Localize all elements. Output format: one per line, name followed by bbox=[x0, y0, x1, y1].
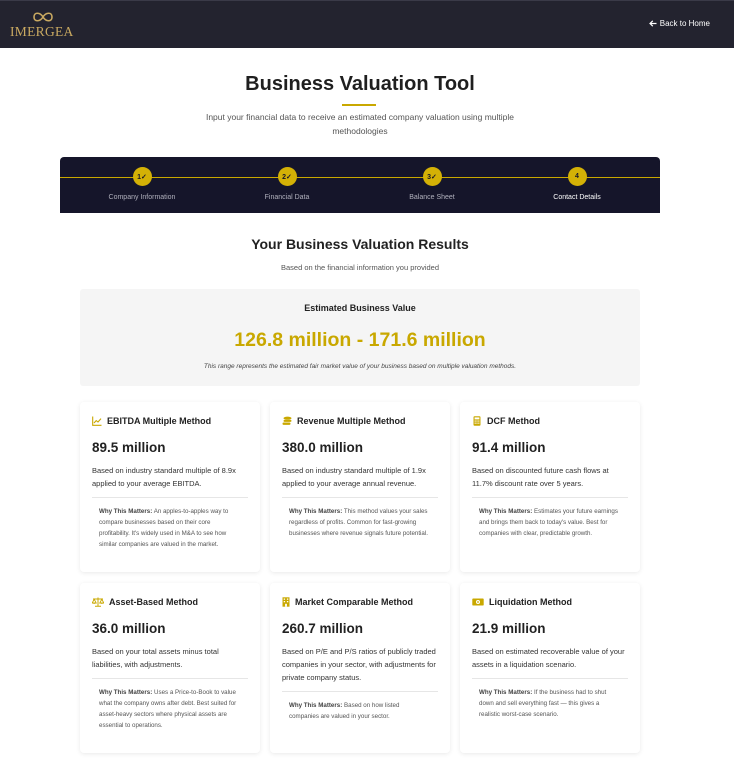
method-value: 260.7 million bbox=[282, 621, 364, 636]
why-label: Why This Matters: bbox=[289, 508, 343, 515]
step-contact-details[interactable]: 4 Contact Details bbox=[517, 167, 637, 201]
step-number: 4 bbox=[567, 167, 587, 186]
estimated-value-box: Estimated Business Value 126.8 million -… bbox=[80, 289, 640, 386]
chart-line-icon bbox=[92, 416, 102, 426]
method-title: Revenue Multiple Method bbox=[297, 415, 406, 426]
why-label: Why This Matters: bbox=[99, 689, 153, 696]
why-label: Why This Matters: bbox=[479, 689, 533, 696]
method-description: Based on industry standard multiple of 1… bbox=[282, 466, 426, 488]
building-icon bbox=[282, 596, 290, 607]
method-why: Why This Matters: Based on how listed co… bbox=[282, 691, 438, 722]
step-company-information[interactable]: 1✓ Company Information bbox=[82, 167, 202, 201]
step-progress-bar: 1✓ Company Information 2✓ Financial Data… bbox=[60, 157, 660, 213]
why-label: Why This Matters: bbox=[289, 702, 343, 709]
method-card-revenue: Revenue Multiple Method 380.0 million Ba… bbox=[270, 402, 450, 572]
back-to-home-link[interactable]: Back to Home bbox=[648, 19, 710, 28]
title-underline bbox=[342, 104, 376, 106]
method-card-market-comparable: Market Comparable Method 260.7 million B… bbox=[270, 583, 450, 753]
step-number: 2✓ bbox=[277, 167, 297, 186]
balance-scale-icon bbox=[92, 597, 104, 607]
method-card-liquidation: Liquidation Method 21.9 million Based on… bbox=[460, 583, 640, 753]
why-label: Why This Matters: bbox=[99, 508, 153, 515]
method-card-asset-based: Asset-Based Method 36.0 million Based on… bbox=[80, 583, 260, 753]
method-why: Why This Matters: If the business had to… bbox=[472, 678, 628, 720]
arrow-left-icon bbox=[648, 20, 657, 27]
step-label: Financial Data bbox=[264, 194, 310, 201]
step-label: Contact Details bbox=[553, 194, 601, 201]
step-financial-data[interactable]: 2✓ Financial Data bbox=[227, 167, 347, 201]
method-title: Market Comparable Method bbox=[295, 596, 414, 607]
estimated-value-note: This range represents the estimated fair… bbox=[203, 363, 517, 370]
method-why: Why This Matters: This method values you… bbox=[282, 497, 438, 539]
results-panel: Your Business Valuation Results Based on… bbox=[60, 213, 660, 764]
logo-text: IMERGEA bbox=[10, 24, 74, 39]
step-label: Balance Sheet bbox=[409, 194, 455, 201]
method-value: 89.5 million bbox=[92, 440, 166, 455]
back-to-home-label: Back to Home bbox=[659, 19, 710, 28]
top-nav-bar: IMERGEA Back to Home bbox=[0, 0, 734, 48]
method-description: Based on your total assets minus total l… bbox=[92, 647, 219, 669]
page-subtitle: Input your financial data to receive an … bbox=[205, 112, 515, 136]
logo-infinity-icon bbox=[33, 12, 53, 22]
method-description: Based on discounted future cash flows at… bbox=[472, 466, 609, 488]
method-title: EBITDA Multiple Method bbox=[107, 415, 212, 426]
page-title: Business Valuation Tool bbox=[245, 73, 475, 95]
money-bill-icon bbox=[472, 598, 484, 605]
logo[interactable]: IMERGEA bbox=[10, 11, 74, 39]
method-description: Based on P/E and P/S ratios of publicly … bbox=[282, 647, 436, 682]
method-card-ebitda: EBITDA Multiple Method 89.5 million Base… bbox=[80, 402, 260, 572]
step-label: Company Information bbox=[108, 194, 176, 201]
method-why: Why This Matters: Estimates your future … bbox=[472, 497, 628, 539]
method-description: Based on estimated recoverable value of … bbox=[472, 647, 625, 669]
method-title: Asset-Based Method bbox=[109, 596, 199, 607]
method-value: 91.4 million bbox=[472, 440, 546, 455]
method-value: 21.9 million bbox=[472, 621, 546, 636]
results-subtitle: Based on the financial information you p… bbox=[280, 263, 440, 272]
method-card-dcf: DCF Method 91.4 million Based on discoun… bbox=[460, 402, 640, 572]
results-title: Your Business Valuation Results bbox=[251, 236, 469, 252]
method-value: 380.0 million bbox=[282, 440, 364, 455]
step-number: 3✓ bbox=[422, 167, 442, 186]
calculator-icon bbox=[473, 415, 481, 426]
method-title: Liquidation Method bbox=[489, 596, 572, 607]
coins-icon bbox=[282, 416, 292, 425]
why-label: Why This Matters: bbox=[479, 508, 533, 515]
method-why: Why This Matters: An apples-to-apples wa… bbox=[92, 497, 248, 550]
step-number: 1✓ bbox=[132, 167, 152, 186]
estimated-value-label: Estimated Business Value bbox=[304, 303, 416, 313]
estimated-value-range: 126.8 million - 171.6 million bbox=[234, 329, 486, 351]
method-title: DCF Method bbox=[487, 415, 540, 426]
step-balance-sheet[interactable]: 3✓ Balance Sheet bbox=[372, 167, 492, 201]
method-value: 36.0 million bbox=[92, 621, 166, 636]
method-description: Based on industry standard multiple of 8… bbox=[92, 466, 236, 488]
method-why: Why This Matters: Uses a Price-to-Book t… bbox=[92, 678, 248, 731]
